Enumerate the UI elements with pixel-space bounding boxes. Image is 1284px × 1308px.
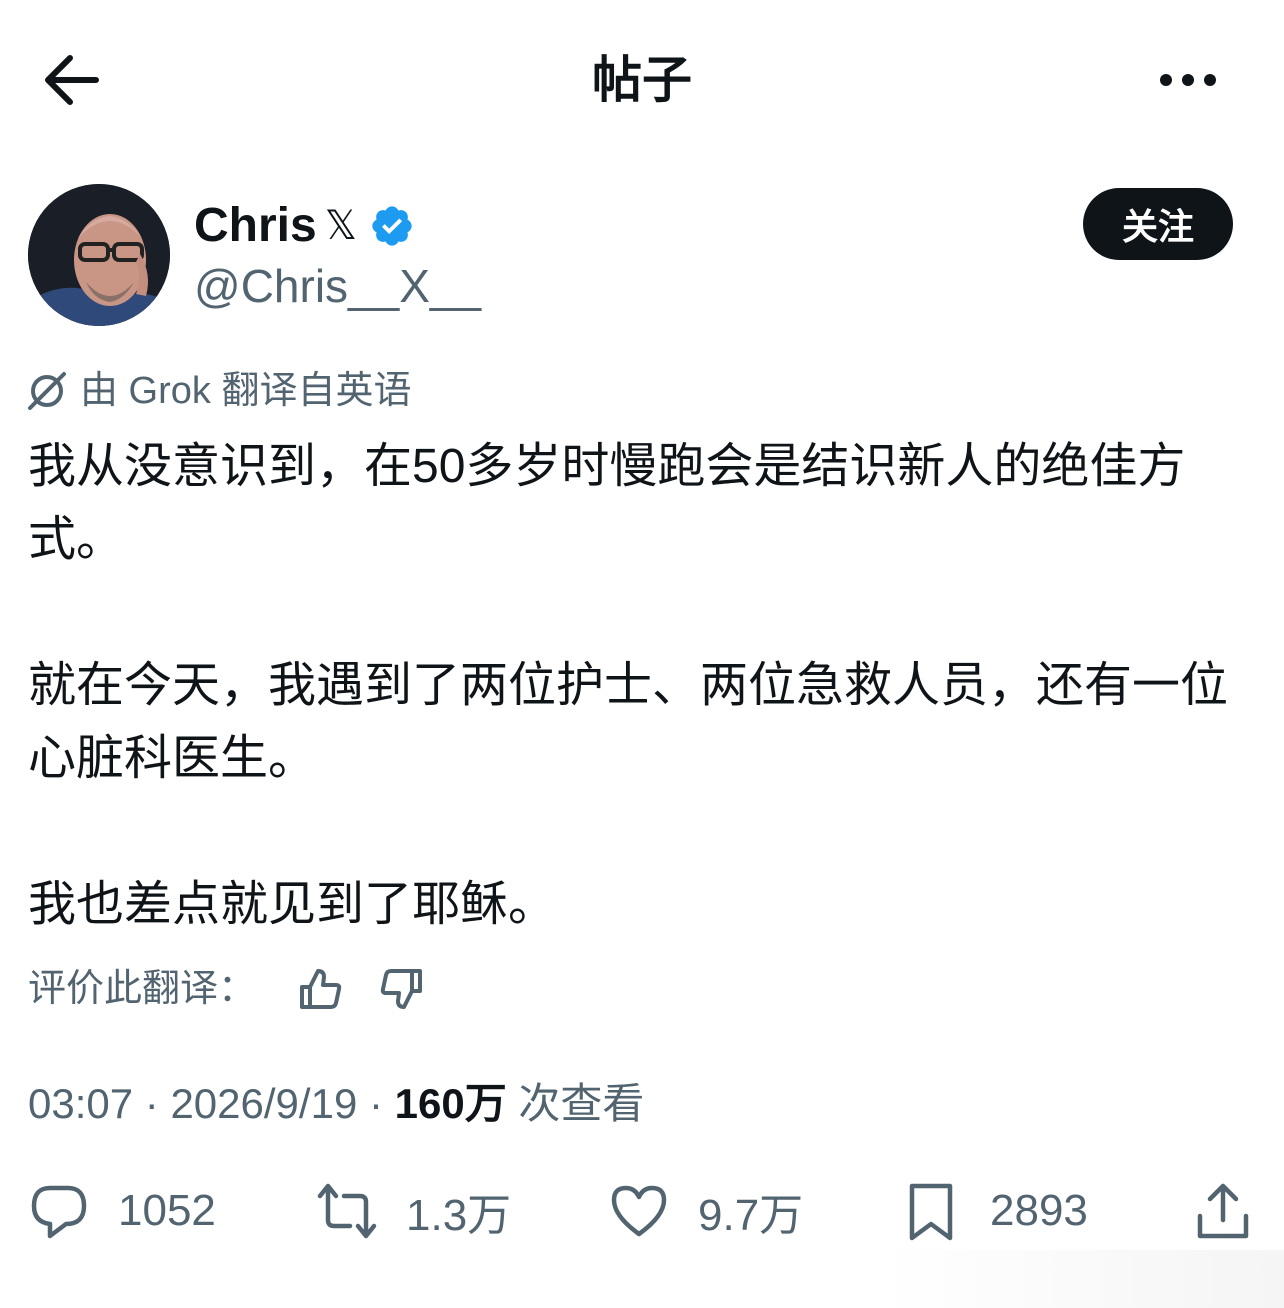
avatar[interactable]	[28, 184, 170, 326]
bottom-fade	[880, 1250, 1284, 1308]
translation-source-label: 由 Grok 翻译自英语	[80, 370, 412, 412]
page-title: 帖子	[592, 52, 692, 108]
thumbs-down-icon[interactable]	[378, 965, 426, 1013]
bookmark-button[interactable]: 2893	[900, 1178, 1088, 1244]
bookmark-icon	[909, 1183, 953, 1241]
tweet-paragraph: 我从没意识到，在50多岁时慢跑会是结识新人的绝佳方式。	[28, 440, 1186, 566]
bookmark-count: 2893	[990, 1186, 1088, 1235]
rate-translation-row: 评价此翻译：	[28, 962, 426, 1016]
reply-button[interactable]: 1052	[28, 1178, 216, 1244]
more-options-icon[interactable]	[1156, 60, 1220, 100]
tweet-meta: 03:07 · 2026/9/19 · 160万 次查看	[28, 1076, 644, 1132]
heart-icon	[611, 1185, 667, 1237]
author-name-row[interactable]: Chris 𝕏	[194, 196, 415, 256]
tweet-paragraph: 就在今天，我遇到了两位护士、两位急救人员，还有一位心脏科医生。	[28, 659, 1229, 785]
rate-translation-label: 评价此翻译：	[28, 968, 257, 1010]
display-name[interactable]: Chris	[194, 198, 317, 254]
author-handle[interactable]: @Chris__X__	[194, 258, 481, 314]
x-logo-icon: 𝕏	[324, 203, 357, 249]
reply-icon	[31, 1185, 87, 1239]
views-label: 次查看	[518, 1080, 645, 1127]
tweet-time[interactable]: 03:07	[28, 1080, 133, 1127]
share-button[interactable]	[1192, 1178, 1254, 1244]
thumbs-up-icon[interactable]	[296, 965, 344, 1013]
tweet-text: 我从没意识到，在50多岁时慢跑会是结识新人的绝佳方式。 就在今天，我遇到了两位护…	[28, 430, 1258, 941]
share-icon	[1197, 1183, 1249, 1239]
like-button[interactable]: 9.7万	[608, 1178, 803, 1244]
tweet-paragraph: 我也差点就见到了耶稣。	[28, 878, 557, 931]
grok-icon	[26, 370, 68, 412]
meta-separator: ·	[368, 1080, 383, 1127]
tweet-date[interactable]: 2026/9/19	[170, 1080, 357, 1127]
repost-button[interactable]: 1.3万	[316, 1178, 511, 1244]
verified-badge-icon	[369, 203, 415, 249]
repost-count: 1.3万	[406, 1191, 512, 1240]
follow-button[interactable]: 关注	[1083, 188, 1233, 260]
reply-count: 1052	[118, 1186, 216, 1235]
translation-note: 由 Grok 翻译自英语	[26, 364, 411, 418]
like-count: 9.7万	[698, 1191, 804, 1240]
repost-icon	[317, 1183, 377, 1239]
meta-separator: ·	[144, 1080, 159, 1127]
views-count: 160万	[394, 1080, 507, 1127]
